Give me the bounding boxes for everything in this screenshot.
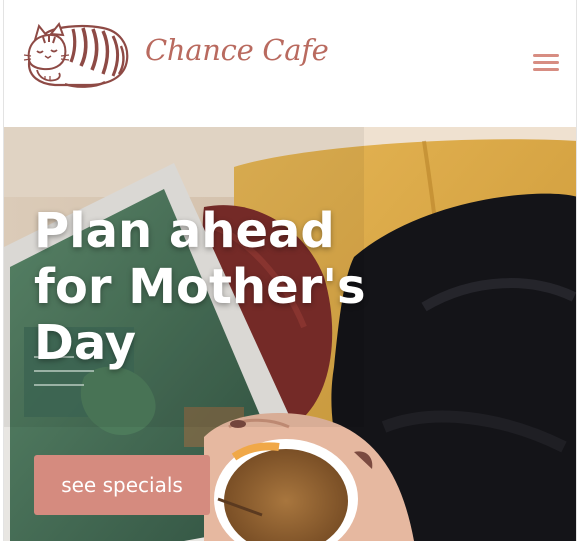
hero-heading-line: Day [34, 315, 137, 371]
hamburger-menu-icon [533, 54, 559, 57]
hero-heading: Plan ahead for Mother's Day [34, 203, 374, 371]
hero-banner: Plan ahead for Mother's Day see specials [4, 127, 576, 541]
hero-heading-line: Plan ahead [34, 203, 335, 259]
hero-heading-line: for Mother's [34, 259, 366, 315]
sleeping-cat-logo-icon [23, 21, 129, 88]
hamburger-menu-icon-bar [533, 61, 559, 64]
site-header: Chance Cafe [4, 0, 576, 127]
hamburger-menu-icon-bar [533, 68, 559, 71]
brand-name: Chance Cafe [145, 33, 329, 67]
home-logo-link[interactable]: Chance Cafe [21, 18, 329, 90]
see-specials-button[interactable]: see specials [34, 455, 210, 515]
page-frame: Chance Cafe Plan ahead for Mother's Day … [3, 0, 577, 541]
hamburger-menu-button[interactable] [530, 49, 562, 75]
